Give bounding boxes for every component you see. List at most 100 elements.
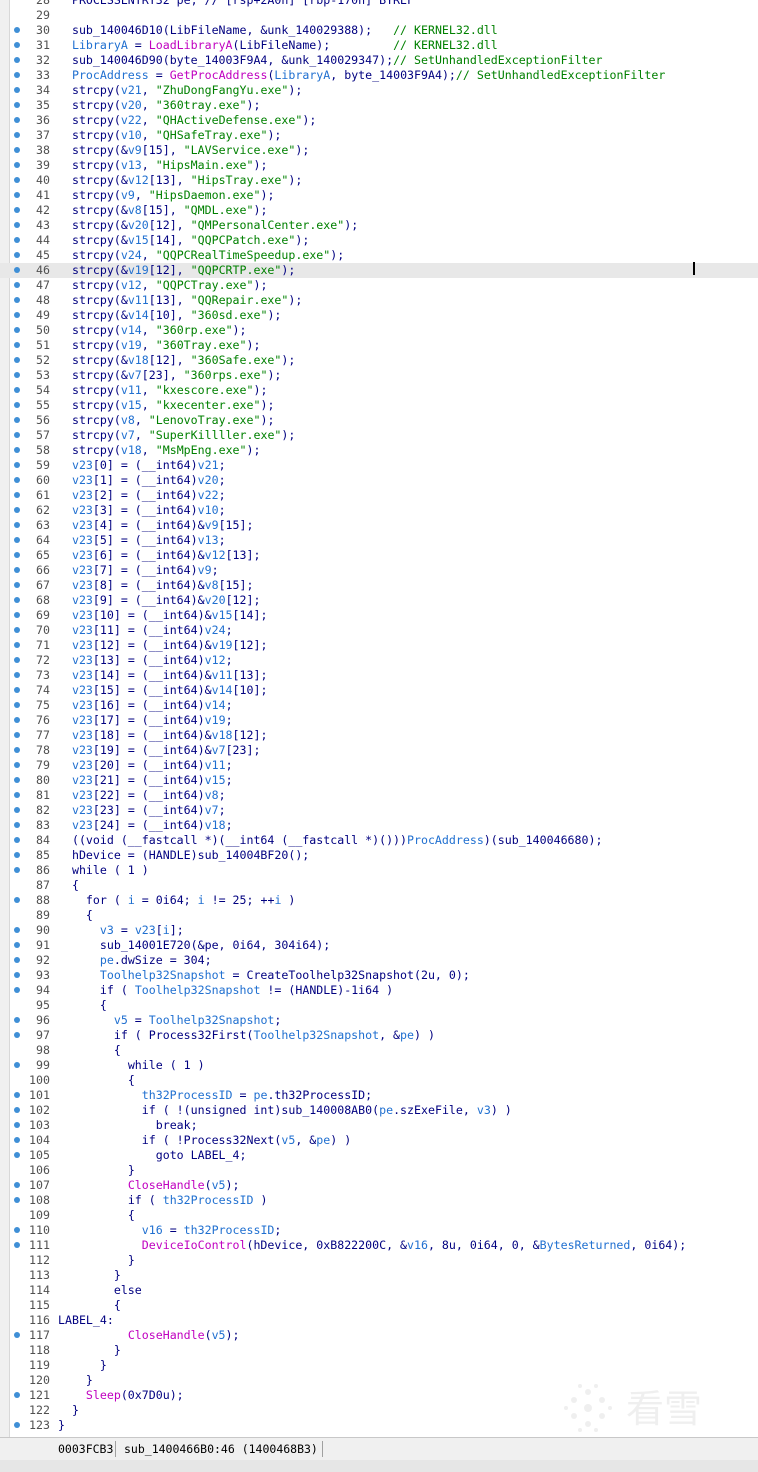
breakpoint-dot-icon[interactable] [14, 42, 20, 48]
code-line[interactable]: 87 { [0, 878, 758, 893]
breakpoint-dot-icon[interactable] [14, 792, 20, 798]
code-line[interactable]: 46 strcpy(&v19[12], "QQPCRTP.exe"); [0, 263, 758, 278]
code-line[interactable]: 43 strcpy(&v20[12], "QMPersonalCenter.ex… [0, 218, 758, 233]
code-line[interactable]: 49 strcpy(&v14[10], "360sd.exe"); [0, 308, 758, 323]
code-line[interactable]: 118 } [0, 1343, 758, 1358]
breakpoint-dot-icon[interactable] [14, 387, 20, 393]
code-line[interactable]: 85 hDevice = (HANDLE)sub_14004BF20(); [0, 848, 758, 863]
code-line[interactable]: 97 if ( Process32First(Toolhelp32Snapsho… [0, 1028, 758, 1043]
code-line[interactable]: 57 strcpy(v7, "SuperKillller.exe"); [0, 428, 758, 443]
breakpoint-dot-icon[interactable] [14, 297, 20, 303]
code-line[interactable]: 48 strcpy(&v11[13], "QQRepair.exe"); [0, 293, 758, 308]
breakpoint-dot-icon[interactable] [14, 1092, 20, 1098]
code-line[interactable]: 114 else [0, 1283, 758, 1298]
breakpoint-dot-icon[interactable] [14, 237, 20, 243]
breakpoint-dot-icon[interactable] [14, 1422, 20, 1428]
breakpoint-dot-icon[interactable] [14, 432, 20, 438]
breakpoint-dot-icon[interactable] [14, 1137, 20, 1143]
code-line[interactable]: 51 strcpy(v19, "360Tray.exe"); [0, 338, 758, 353]
code-line[interactable]: 109 { [0, 1208, 758, 1223]
breakpoint-dot-icon[interactable] [14, 822, 20, 828]
breakpoint-dot-icon[interactable] [14, 252, 20, 258]
code-line[interactable]: 81 v23[22] = (__int64)v8; [0, 788, 758, 803]
breakpoint-dot-icon[interactable] [14, 657, 20, 663]
code-line[interactable]: 56 strcpy(v8, "LenovoTray.exe"); [0, 413, 758, 428]
code-line[interactable]: 117 CloseHandle(v5); [0, 1328, 758, 1343]
breakpoint-dot-icon[interactable] [14, 447, 20, 453]
breakpoint-dot-icon[interactable] [14, 807, 20, 813]
breakpoint-dot-icon[interactable] [14, 957, 20, 963]
code-line[interactable]: 82 v23[23] = (__int64)v7; [0, 803, 758, 818]
breakpoint-dot-icon[interactable] [14, 1107, 20, 1113]
code-line[interactable]: 64 v23[5] = (__int64)v13; [0, 533, 758, 548]
code-line[interactable]: 119 } [0, 1358, 758, 1373]
breakpoint-dot-icon[interactable] [14, 717, 20, 723]
breakpoint-dot-icon[interactable] [14, 852, 20, 858]
breakpoint-dot-icon[interactable] [14, 537, 20, 543]
code-line[interactable]: 35 strcpy(v20, "360tray.exe"); [0, 98, 758, 113]
code-line[interactable]: 47 strcpy(v12, "QQPCTray.exe"); [0, 278, 758, 293]
code-line[interactable]: 76 v23[17] = (__int64)v19; [0, 713, 758, 728]
breakpoint-dot-icon[interactable] [14, 27, 20, 33]
breakpoint-dot-icon[interactable] [14, 402, 20, 408]
code-line[interactable]: 115 { [0, 1298, 758, 1313]
code-line[interactable]: 111 DeviceIoControl(hDevice, 0xB822200C,… [0, 1238, 758, 1253]
breakpoint-dot-icon[interactable] [14, 597, 20, 603]
code-line[interactable]: 106 } [0, 1163, 758, 1178]
breakpoint-dot-icon[interactable] [14, 942, 20, 948]
code-line[interactable]: 33 ProcAddress = GetProcAddress(LibraryA… [0, 68, 758, 83]
code-line[interactable]: 73 v23[14] = (__int64)&v11[13]; [0, 668, 758, 683]
code-line[interactable]: 36 strcpy(v22, "QHActiveDefense.exe"); [0, 113, 758, 128]
code-line[interactable]: 28 PROCESSENTRY32 pe; // [rsp+2A0h] [rbp… [0, 0, 758, 8]
code-line[interactable]: 66 v23[7] = (__int64)v9; [0, 563, 758, 578]
breakpoint-dot-icon[interactable] [14, 522, 20, 528]
code-line[interactable]: 75 v23[16] = (__int64)v14; [0, 698, 758, 713]
breakpoint-dot-icon[interactable] [14, 747, 20, 753]
code-line[interactable]: 59 v23[0] = (__int64)v21; [0, 458, 758, 473]
breakpoint-dot-icon[interactable] [14, 1032, 20, 1038]
breakpoint-dot-icon[interactable] [14, 162, 20, 168]
breakpoint-dot-icon[interactable] [14, 372, 20, 378]
code-line[interactable]: 107 CloseHandle(v5); [0, 1178, 758, 1193]
code-line[interactable]: 39 strcpy(v13, "HipsMain.exe"); [0, 158, 758, 173]
breakpoint-dot-icon[interactable] [14, 117, 20, 123]
breakpoint-dot-icon[interactable] [14, 732, 20, 738]
code-line[interactable]: 88 for ( i = 0i64; i != 25; ++i ) [0, 893, 758, 908]
code-line[interactable]: 112 } [0, 1253, 758, 1268]
code-line[interactable]: 32 sub_140046D90(byte_14003F9A4, &unk_14… [0, 53, 758, 68]
breakpoint-dot-icon[interactable] [14, 612, 20, 618]
breakpoint-dot-icon[interactable] [14, 687, 20, 693]
breakpoint-dot-icon[interactable] [14, 177, 20, 183]
code-line[interactable]: 62 v23[3] = (__int64)v10; [0, 503, 758, 518]
code-line[interactable]: 34 strcpy(v21, "ZhuDongFangYu.exe"); [0, 83, 758, 98]
breakpoint-dot-icon[interactable] [14, 972, 20, 978]
breakpoint-dot-icon[interactable] [14, 87, 20, 93]
breakpoint-dot-icon[interactable] [14, 507, 20, 513]
code-line[interactable]: 61 v23[2] = (__int64)v22; [0, 488, 758, 503]
code-line[interactable]: 69 v23[10] = (__int64)&v15[14]; [0, 608, 758, 623]
code-line[interactable]: 108 if ( th32ProcessID ) [0, 1193, 758, 1208]
code-line[interactable]: 98 { [0, 1043, 758, 1058]
code-line[interactable]: 37 strcpy(v10, "QHSafeTray.exe"); [0, 128, 758, 143]
code-line[interactable]: 102 if ( !(unsigned int)sub_140008AB0(pe… [0, 1103, 758, 1118]
breakpoint-dot-icon[interactable] [14, 342, 20, 348]
code-line[interactable]: 83 v23[24] = (__int64)v18; [0, 818, 758, 833]
code-line[interactable]: 68 v23[9] = (__int64)&v20[12]; [0, 593, 758, 608]
breakpoint-dot-icon[interactable] [14, 147, 20, 153]
breakpoint-dot-icon[interactable] [14, 57, 20, 63]
code-line[interactable]: 63 v23[4] = (__int64)&v9[15]; [0, 518, 758, 533]
pseudocode-editor[interactable]: 28 PROCESSENTRY32 pe; // [rsp+2A0h] [rbp… [0, 0, 758, 1437]
code-line[interactable]: 79 v23[20] = (__int64)v11; [0, 758, 758, 773]
breakpoint-dot-icon[interactable] [14, 837, 20, 843]
code-line[interactable]: 90 v3 = v23[i]; [0, 923, 758, 938]
breakpoint-dot-icon[interactable] [14, 762, 20, 768]
code-line[interactable]: 84 ((void (__fastcall *)(__int64 (__fast… [0, 833, 758, 848]
code-line[interactable]: 44 strcpy(&v15[14], "QQPCPatch.exe"); [0, 233, 758, 248]
breakpoint-dot-icon[interactable] [14, 327, 20, 333]
code-line[interactable]: 99 while ( 1 ) [0, 1058, 758, 1073]
code-line[interactable]: 94 if ( Toolhelp32Snapshot != (HANDLE)-1… [0, 983, 758, 998]
code-line[interactable]: 91 sub_14001E720(&pe, 0i64, 304i64); [0, 938, 758, 953]
code-line[interactable]: 38 strcpy(&v9[15], "LAVService.exe"); [0, 143, 758, 158]
breakpoint-dot-icon[interactable] [14, 582, 20, 588]
code-line[interactable]: 96 v5 = Toolhelp32Snapshot; [0, 1013, 758, 1028]
